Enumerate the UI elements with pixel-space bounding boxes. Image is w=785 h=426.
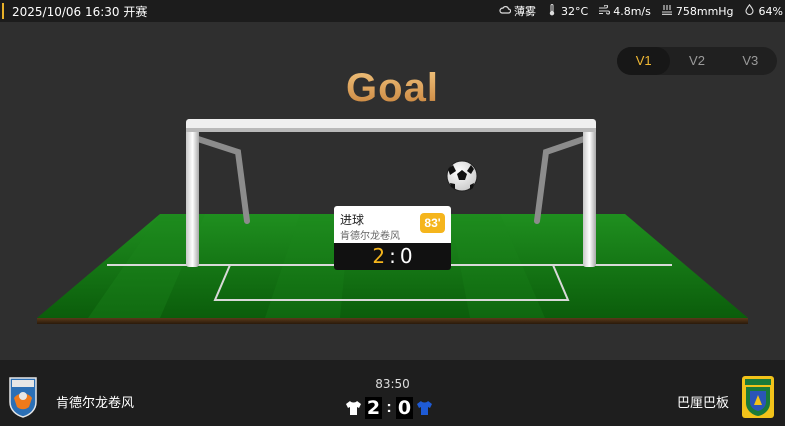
away-team-name[interactable]: 巴厘巴板 [677,392,729,411]
tab-v2[interactable]: V2 [670,47,723,75]
view-switcher: V1 V2 V3 [617,47,777,75]
humidity-text: 64% [758,4,783,18]
home-score: 2 [365,397,382,419]
scoreline: 2 : 0 [345,396,433,420]
event-score-away: 0 [399,244,413,268]
weather-info: 薄雾 32°C 4.8m/s 758mmHg 64% [499,0,783,22]
match-datetime: 2025/10/06 16:30 开赛 [12,4,148,19]
away-score: 0 [396,397,413,419]
event-minute-badge: 83' [420,213,445,233]
weather-humidity: 64% [744,3,783,18]
pressure-text: 758mmHg [675,4,734,18]
match-animation-stage: Goal V1 V2 V3 进球 肯德尔龙卷风 83' 2:0 [0,22,785,360]
score-separator: : [386,399,392,416]
home-team-name[interactable]: 肯德尔龙卷风 [56,392,134,411]
event-score-home: 2 [372,244,386,268]
event-popup-header: 进球 肯德尔龙卷风 83' [334,206,451,243]
away-kit-icon [417,401,432,415]
wind-icon [598,3,611,18]
tab-v3[interactable]: V3 [724,47,777,75]
event-score-separator: : [389,244,396,268]
match-clock: 83:50 [375,377,410,391]
away-team-logo [742,376,774,418]
weather-condition-text: 薄雾 [514,5,537,18]
event-score: 2:0 [334,243,451,270]
accent-marker [2,3,4,19]
event-popup: 进球 肯德尔龙卷风 83' 2:0 [334,206,451,270]
humidity-icon [744,3,756,18]
soccer-ball-icon [446,160,478,192]
scoreboard-bar: 肯德尔龙卷风 83:50 2 : 0 巴厘巴板 [0,360,785,426]
home-kit-icon [346,401,361,415]
weather-pressure: 758mmHg [661,4,734,18]
event-team: 肯德尔龙卷风 [340,231,400,242]
temperature-text: 32°C [561,4,589,18]
cloud-icon [499,5,512,18]
event-type: 进球 [340,213,365,227]
tab-v1[interactable]: V1 [617,47,671,75]
pressure-icon [661,4,673,18]
weather-condition: 薄雾 [499,3,536,19]
wind-text: 4.8m/s [613,4,651,18]
weather-temperature: 32°C [546,3,589,19]
top-bar: 2025/10/06 16:30 开赛 薄雾 32°C 4.8m/s 758mm… [0,0,785,22]
weather-wind: 4.8m/s [598,3,651,18]
thermometer-icon [546,3,558,19]
